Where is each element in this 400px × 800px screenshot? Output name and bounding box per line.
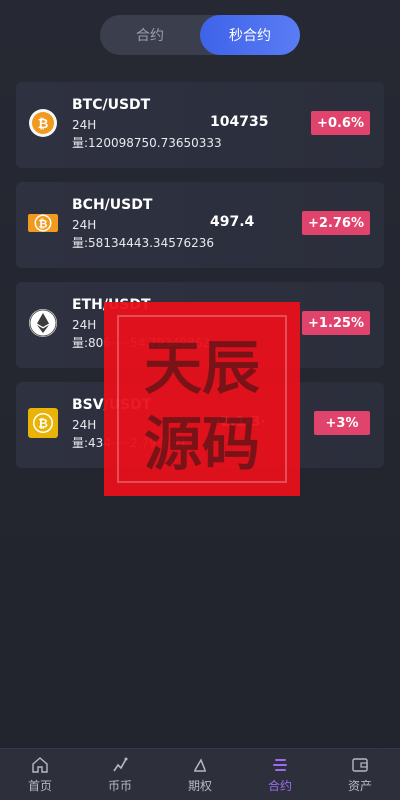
bitcoin-cash-icon: ₿ [28, 208, 58, 238]
svg-text:₿: ₿ [39, 218, 48, 231]
nav-label-assets: 资产 [347, 778, 372, 793]
period-label: 24H [72, 118, 97, 132]
contract-icon [271, 756, 289, 774]
nav-label-exchange: 币币 [107, 778, 132, 793]
bottom-nav: 首页 币币 期权 合约 资产 [0, 748, 400, 800]
price: 104735 [210, 114, 269, 130]
exchange-icon [111, 756, 129, 774]
nav-home[interactable]: 首页 [0, 749, 80, 800]
pair-name: BCH/USDT [72, 197, 153, 213]
contract-tabs: 合约 秒合约 [100, 15, 300, 55]
ethereum-icon [28, 308, 58, 338]
price: 497.4 [210, 214, 255, 230]
pair-name: BTC/USDT [72, 97, 151, 113]
market-card-bch[interactable]: ₿ BCH/USDT 24H 量:58134443.34576236 497.4… [16, 182, 384, 268]
nav-label-contract: 合约 [267, 778, 292, 793]
svg-text:₿: ₿ [38, 117, 49, 132]
volume-text: 量:806·····54.79349862 [72, 336, 211, 350]
svg-text:₿: ₿ [38, 417, 48, 431]
change-badge: +3% [314, 411, 370, 435]
nav-contract[interactable]: 合约 [240, 749, 320, 800]
tab-second-contract[interactable]: 秒合约 [200, 15, 300, 55]
pair-name: ETH/USDT [72, 297, 151, 313]
market-card-eth[interactable]: ETH/USDT 24H 量:806·····54.79349862 +1.25… [16, 282, 384, 368]
nav-options[interactable]: 期权 [160, 749, 240, 800]
nav-label-options: 期权 [187, 778, 212, 793]
nav-label-home: 首页 [27, 778, 52, 793]
market-card-btc[interactable]: ₿ BTC/USDT 24H 量:120098750.73650333 1047… [16, 82, 384, 168]
wallet-icon [351, 756, 369, 774]
volume-text: 量:58134443.34576236 [72, 236, 215, 250]
period-label: 24H [72, 218, 97, 232]
nav-assets[interactable]: 资产 [320, 749, 400, 800]
pair-name: BSV/USDT [72, 397, 152, 413]
period-label: 24H [72, 318, 97, 332]
volume-text: 量:120098750.73650333 [72, 136, 222, 150]
home-icon [31, 756, 49, 774]
bitcoin-icon: ₿ [28, 108, 58, 138]
period-label: 24H [72, 418, 97, 432]
volume-text: 量:434·····2.79·7·91 [72, 436, 188, 450]
change-badge: +2.76% [302, 211, 370, 235]
market-list: ₿ BTC/USDT 24H 量:120098750.73650333 1047… [16, 82, 384, 482]
change-badge: +0.6% [311, 111, 370, 135]
bitcoin-sv-icon: ₿ [28, 408, 58, 438]
market-card-bsv[interactable]: ₿ BSV/USDT 24H 量:434·····2.79·7·91 ··2.1… [16, 382, 384, 468]
nav-exchange[interactable]: 币币 [80, 749, 160, 800]
tab-contract[interactable]: 合约 [100, 15, 200, 55]
options-icon [191, 756, 209, 774]
change-badge: +1.25% [302, 311, 370, 335]
price: ··2.1·3· [210, 414, 266, 430]
